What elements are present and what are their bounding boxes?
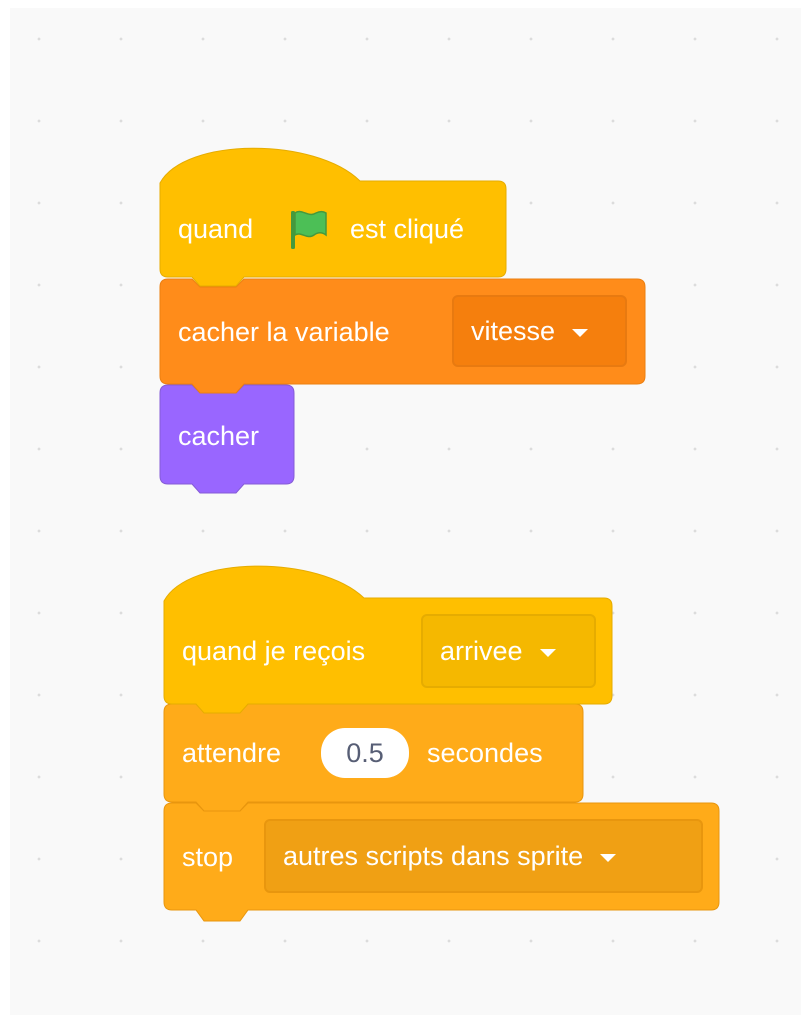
wait-label-after: secondes (427, 738, 543, 768)
dropdown-arrow-icon (572, 328, 589, 337)
hat-label-after: est cliqué (350, 214, 465, 244)
message-dropdown[interactable]: arrivee (421, 614, 596, 688)
variable-dropdown-value: vitesse (471, 315, 556, 346)
hide-variable-label: cacher la variable (178, 317, 390, 347)
dropdown-arrow-icon (600, 853, 617, 862)
stop-option-dropdown[interactable]: autres scripts dans sprite (264, 819, 703, 893)
variable-dropdown[interactable]: vitesse (452, 295, 627, 367)
message-dropdown-value: arrivee (440, 635, 523, 666)
when-i-receive-label: quand je reçois (182, 636, 366, 666)
dropdown-arrow-icon (539, 648, 556, 657)
hide-label: cacher (178, 421, 260, 451)
hat-label-before: quand (178, 214, 254, 244)
green-flag-icon (291, 210, 327, 249)
stop-option-dropdown-value: autres scripts dans sprite (283, 840, 584, 871)
stop-label: stop (182, 842, 234, 872)
wait-label-before: attendre (182, 738, 282, 768)
duration-input[interactable]: 0.5 (321, 728, 409, 778)
